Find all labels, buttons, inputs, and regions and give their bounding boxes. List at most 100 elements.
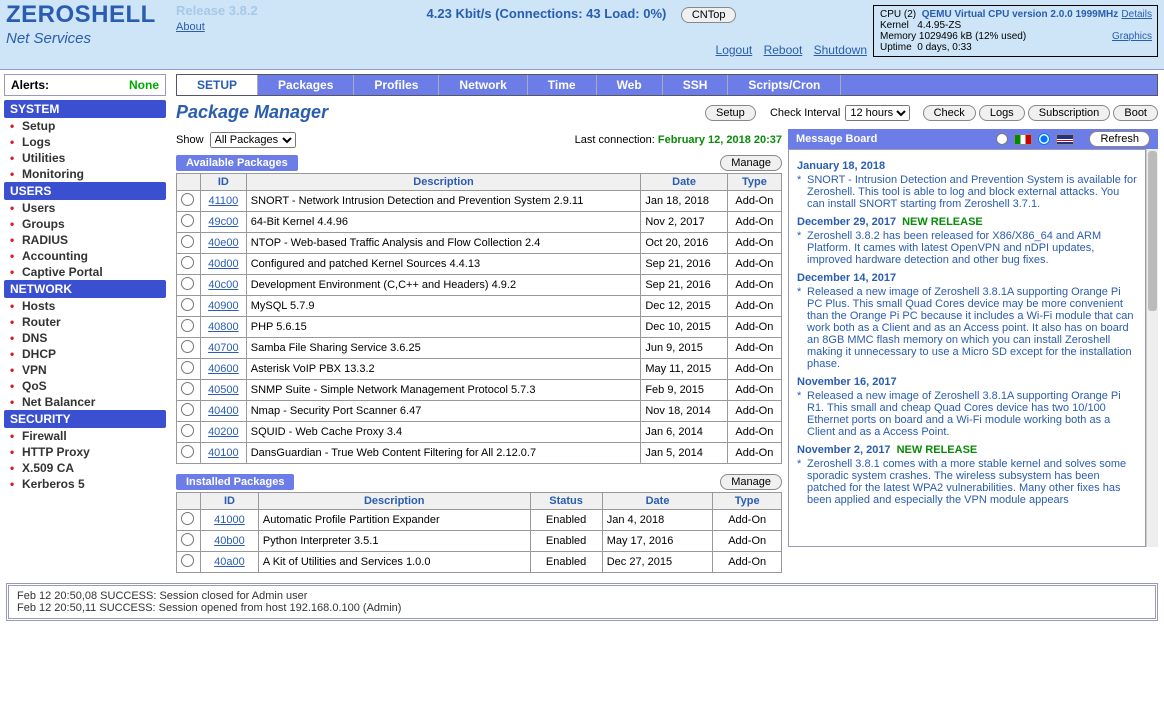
package-id[interactable]: 40600	[201, 359, 247, 380]
sidebar-item-radius[interactable]: RADIUS	[4, 232, 166, 248]
row-select-radio[interactable]	[181, 340, 194, 353]
column-header: Date	[641, 174, 727, 191]
reboot-link[interactable]: Reboot	[764, 43, 803, 57]
boot-button[interactable]: Boot	[1113, 105, 1158, 121]
package-id[interactable]: 41000	[201, 510, 259, 531]
about-link[interactable]: About	[176, 21, 205, 33]
package-id[interactable]: 40e00	[201, 233, 247, 254]
package-id[interactable]: 40100	[201, 443, 247, 464]
sidebar-item-logs[interactable]: Logs	[4, 134, 166, 150]
check-interval-select[interactable]: 12 hours	[845, 105, 910, 121]
row-select-radio[interactable]	[181, 445, 194, 458]
sidebar-item-firewall[interactable]: Firewall	[4, 428, 166, 444]
row-select-radio[interactable]	[181, 382, 194, 395]
toolbar: Setup Check Interval 12 hours Check Logs…	[705, 105, 1158, 121]
header-links: Logout Reboot Shutdown	[296, 43, 867, 57]
lang-radio-it[interactable]	[996, 133, 1008, 145]
package-id[interactable]: 40700	[201, 338, 247, 359]
column-header: ID	[201, 174, 247, 191]
check-button[interactable]: Check	[923, 105, 976, 121]
tab-scripts-cron[interactable]: Scripts/Cron	[728, 75, 841, 95]
tab-web[interactable]: Web	[597, 75, 663, 95]
log-line: Feb 12 20:50,08 SUCCESS: Session closed …	[17, 590, 1147, 602]
logs-button[interactable]: Logs	[979, 105, 1025, 121]
row-select-radio[interactable]	[181, 235, 194, 248]
package-type: Add-On	[727, 275, 781, 296]
bandwidth-text: 4.23 Kbit/s (Connections: 43 Load: 0%)	[427, 6, 667, 21]
release-label: Release 3.8.2	[176, 3, 296, 18]
shutdown-link[interactable]: Shutdown	[814, 43, 867, 57]
row-select-radio[interactable]	[181, 277, 194, 290]
cntop-button[interactable]: CNTop	[681, 7, 737, 23]
package-id[interactable]: 40200	[201, 422, 247, 443]
show-select[interactable]: All Packages	[210, 132, 296, 148]
sidebar-item-qos[interactable]: QoS	[4, 378, 166, 394]
tab-network[interactable]: Network	[439, 75, 527, 95]
message-date: December 29, 2017NEW RELEASE	[797, 216, 1137, 228]
row-select-radio[interactable]	[181, 533, 194, 546]
sidebar-item-hosts[interactable]: Hosts	[4, 298, 166, 314]
sidebar-item-vpn[interactable]: VPN	[4, 362, 166, 378]
package-id[interactable]: 49c00	[201, 212, 247, 233]
package-id[interactable]: 40400	[201, 401, 247, 422]
sidebar-item-x-509-ca[interactable]: X.509 CA	[4, 460, 166, 476]
row-select-radio[interactable]	[181, 193, 194, 206]
details-link[interactable]: Details	[1121, 9, 1152, 20]
row-select-radio[interactable]	[181, 512, 194, 525]
manage-installed-button[interactable]: Manage	[720, 474, 782, 490]
table-row: 40800PHP 5.6.15Dec 10, 2015Add-On	[177, 317, 782, 338]
sidebar-item-router[interactable]: Router	[4, 314, 166, 330]
manage-available-button[interactable]: Manage	[720, 155, 782, 171]
sidebar-item-utilities[interactable]: Utilities	[4, 150, 166, 166]
table-row: 40b00Python Interpreter 3.5.1EnabledMay …	[177, 531, 782, 552]
lang-radio-en[interactable]	[1038, 133, 1050, 145]
row-select-radio[interactable]	[181, 403, 194, 416]
sidebar-item-http-proxy[interactable]: HTTP Proxy	[4, 444, 166, 460]
sidebar-item-kerberos-5[interactable]: Kerberos 5	[4, 476, 166, 492]
package-id[interactable]: 40d00	[201, 254, 247, 275]
message-scrollbar[interactable]	[1146, 149, 1158, 547]
refresh-button[interactable]: Refresh	[1089, 131, 1150, 147]
sidebar-item-net-balancer[interactable]: Net Balancer	[4, 394, 166, 410]
sidebar-item-groups[interactable]: Groups	[4, 216, 166, 232]
sidebar-item-users[interactable]: Users	[4, 200, 166, 216]
last-connection-label: Last connection:	[575, 134, 655, 146]
message-text: Zeroshell 3.8.2 has been released for X8…	[797, 230, 1137, 266]
row-select-radio[interactable]	[181, 319, 194, 332]
row-select-radio[interactable]	[181, 554, 194, 567]
tab-ssh[interactable]: SSH	[663, 75, 729, 95]
sidebar-item-dhcp[interactable]: DHCP	[4, 346, 166, 362]
sidebar-item-captive-portal[interactable]: Captive Portal	[4, 264, 166, 280]
package-type: Add-On	[727, 212, 781, 233]
package-id[interactable]: 40c00	[201, 275, 247, 296]
tab-profiles[interactable]: Profiles	[354, 75, 439, 95]
setup-button[interactable]: Setup	[705, 105, 756, 121]
package-status: Enabled	[530, 552, 602, 573]
package-date: Nov 18, 2014	[641, 401, 727, 422]
package-id[interactable]: 40900	[201, 296, 247, 317]
row-select-radio[interactable]	[181, 361, 194, 374]
package-id[interactable]: 40800	[201, 317, 247, 338]
sidebar: Alerts: None SYSTEM SetupLogsUtilitiesMo…	[0, 70, 170, 577]
tab-packages[interactable]: Packages	[258, 75, 354, 95]
check-interval-label: Check Interval	[770, 107, 840, 119]
sidebar-item-monitoring[interactable]: Monitoring	[4, 166, 166, 182]
scrollbar-thumb[interactable]	[1148, 151, 1157, 311]
package-id[interactable]: 40b00	[201, 531, 259, 552]
tab-time[interactable]: Time	[528, 75, 597, 95]
package-id[interactable]: 41100	[201, 191, 247, 212]
row-select-radio[interactable]	[181, 256, 194, 269]
subscription-button[interactable]: Subscription	[1028, 105, 1111, 121]
sidebar-item-accounting[interactable]: Accounting	[4, 248, 166, 264]
row-select-radio[interactable]	[181, 424, 194, 437]
graphics-link[interactable]: Graphics	[1112, 31, 1152, 42]
package-description: Configured and patched Kernel Sources 4.…	[246, 254, 641, 275]
package-id[interactable]: 40a00	[201, 552, 259, 573]
logout-link[interactable]: Logout	[716, 43, 753, 57]
row-select-radio[interactable]	[181, 298, 194, 311]
package-id[interactable]: 40500	[201, 380, 247, 401]
tab-setup[interactable]: SETUP	[177, 75, 258, 95]
sidebar-item-setup[interactable]: Setup	[4, 118, 166, 134]
row-select-radio[interactable]	[181, 214, 194, 227]
sidebar-item-dns[interactable]: DNS	[4, 330, 166, 346]
